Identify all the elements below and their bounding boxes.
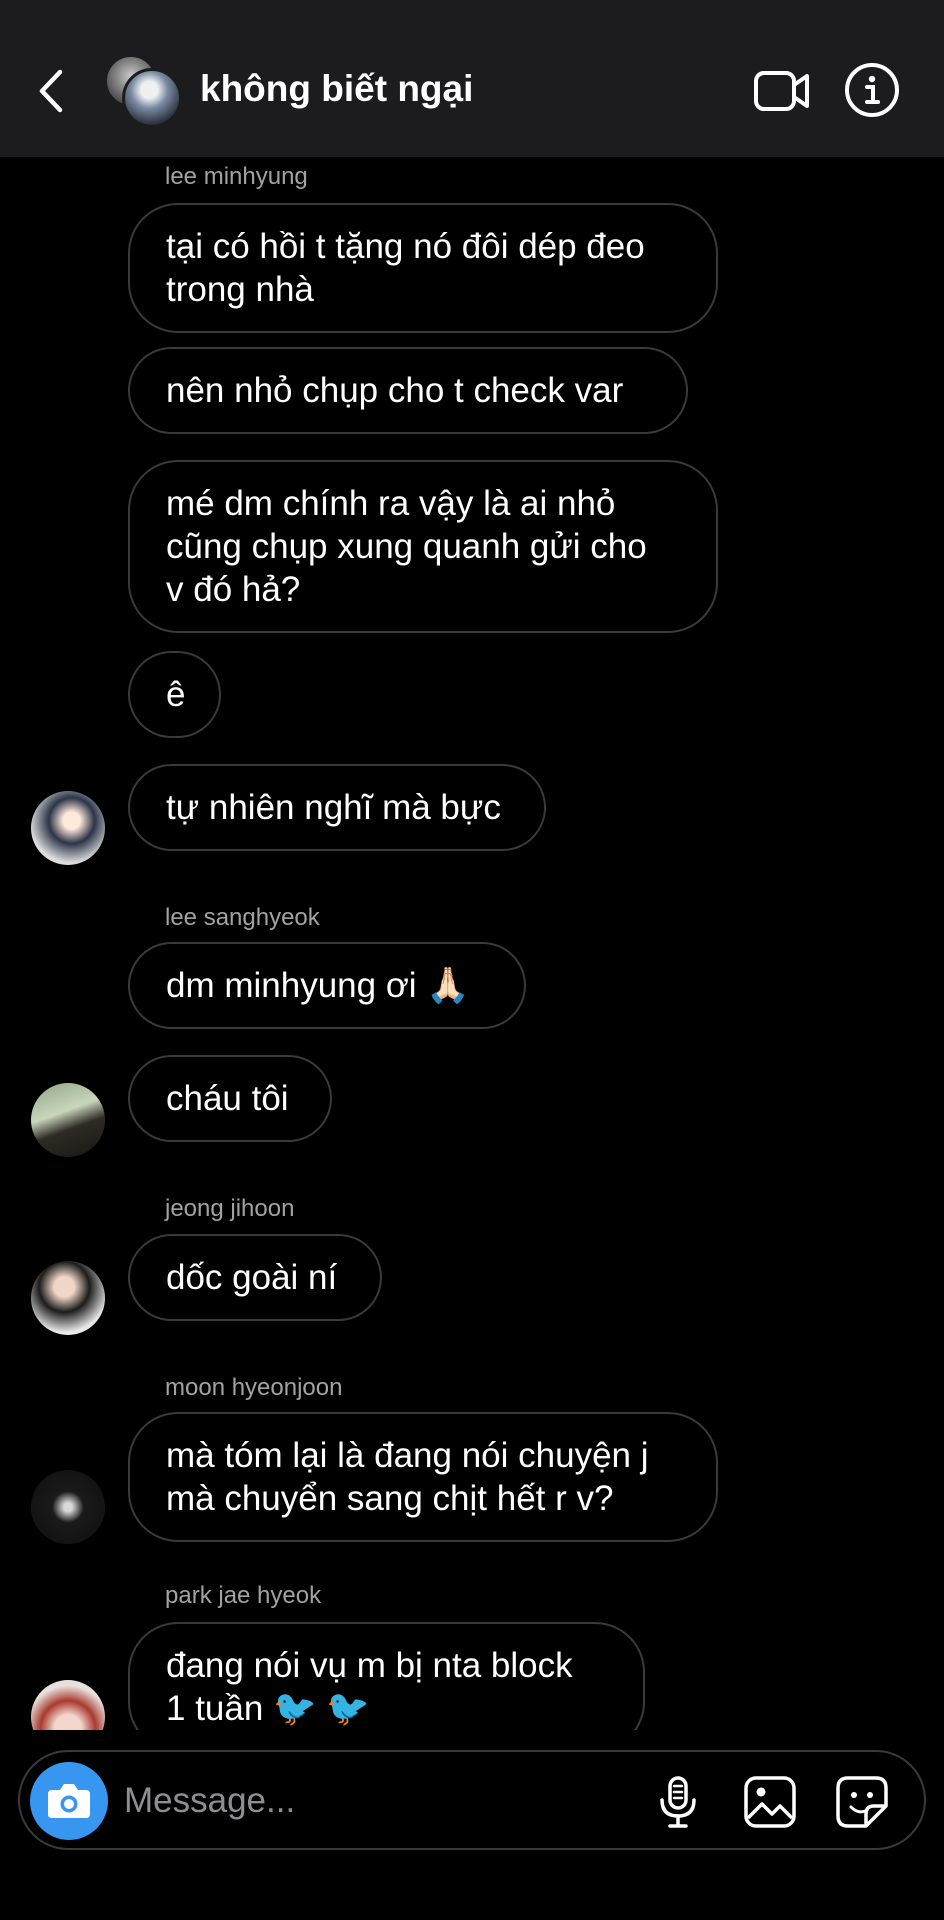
group-avatar-photo-2 [122, 68, 182, 128]
chevron-left-icon [39, 69, 63, 113]
sender-name: moon hyeonjoon [165, 1374, 343, 1401]
sender-name: park jae hyeok [165, 1582, 322, 1609]
message-bubble[interactable]: dm minhyung ơi 🙏🏻 [128, 942, 526, 1029]
info-circle-icon [845, 63, 899, 117]
message-bubble[interactable]: tự nhiên nghĩ mà bực [128, 764, 546, 851]
microphone-icon [660, 1776, 696, 1828]
message-input[interactable] [124, 1774, 544, 1828]
message-composer [18, 1750, 926, 1850]
message-bubble[interactable]: đang nói vụ m bị nta block 1 tuần 🐦 🐦 [128, 1622, 645, 1730]
info-button[interactable] [844, 62, 900, 118]
sender-name: jeong jihoon [165, 1195, 295, 1222]
sticker-button[interactable] [834, 1774, 890, 1830]
chat-header: không biết ngại [0, 0, 944, 157]
video-camera-icon [754, 71, 809, 111]
camera-icon [48, 1784, 90, 1818]
back-button[interactable] [34, 68, 70, 114]
avatar[interactable] [31, 1680, 105, 1730]
chat-title[interactable]: không biết ngại [200, 68, 473, 110]
group-avatar[interactable] [104, 54, 182, 130]
sender-name: lee minhyung [165, 163, 308, 190]
avatar[interactable] [31, 1261, 105, 1335]
message-bubble[interactable]: mé dm chính ra vậy là ai nhỏ cũng chụp x… [128, 460, 718, 633]
message-bubble[interactable]: cháu tôi [128, 1055, 332, 1142]
avatar[interactable] [31, 791, 105, 865]
avatar[interactable] [31, 1470, 105, 1544]
sender-name: lee sanghyeok [165, 904, 320, 931]
message-bubble[interactable]: mà tóm lại là đang nói chuyện j mà chuyể… [128, 1412, 718, 1542]
message-bubble[interactable]: tại có hồi t tặng nó đôi dép đeo trong n… [128, 203, 718, 333]
microphone-button[interactable] [650, 1774, 706, 1830]
video-call-button[interactable] [752, 66, 812, 116]
image-gallery-icon [744, 1776, 796, 1828]
gallery-button[interactable] [742, 1774, 798, 1830]
message-bubble[interactable]: nên nhỏ chụp cho t check var [128, 347, 688, 434]
avatar[interactable] [31, 1083, 105, 1157]
message-bubble[interactable]: dốc goài ní [128, 1234, 382, 1321]
message-bubble[interactable]: ê [128, 651, 221, 738]
sticker-icon [836, 1776, 888, 1828]
message-feed[interactable]: lee minhyung tại có hồi t tặng nó đôi dé… [0, 157, 944, 1730]
camera-button[interactable] [30, 1762, 108, 1840]
